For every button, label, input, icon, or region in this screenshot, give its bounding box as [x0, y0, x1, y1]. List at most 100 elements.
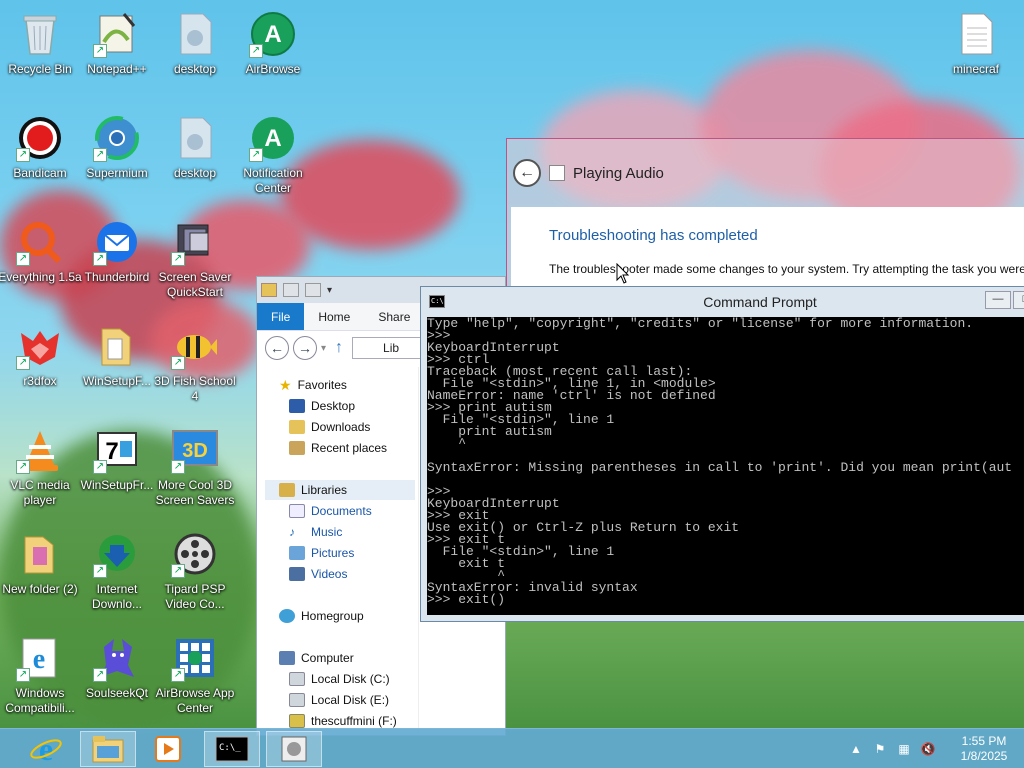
desktop-icon-everything[interactable]: ↗ Everything 1.5a — [0, 212, 82, 310]
network-icon[interactable]: ▦ — [896, 741, 912, 757]
desktop-icon-airbrowse-app-center[interactable]: ↗ AirBrowse App Center — [155, 628, 235, 726]
action-center-flag-icon[interactable]: ⚑ — [872, 741, 888, 757]
star-icon: ★ — [279, 376, 292, 393]
nav-item-music[interactable]: ♪ Music — [289, 522, 342, 542]
winsetup-icon: 7 ↗ — [93, 426, 141, 474]
taskbar-troubleshooter[interactable] — [266, 731, 322, 767]
documents-icon — [289, 504, 305, 518]
folder-icon — [93, 322, 141, 370]
taskbar-internet-explorer[interactable]: e — [18, 731, 74, 767]
shortcut-arrow-icon: ↗ — [16, 460, 30, 474]
minimize-button[interactable]: — — [985, 291, 1011, 309]
troubleshooter-title: Playing Audio — [573, 164, 664, 182]
properties-icon[interactable] — [283, 283, 299, 297]
taskbar-media-player[interactable] — [140, 731, 196, 767]
tab-file[interactable]: File — [257, 303, 305, 330]
shortcut-arrow-icon: ↗ — [93, 44, 107, 58]
desktop-icon-desktop-ini-2[interactable]: desktop — [155, 108, 235, 206]
desktop-icon-desktop-ini-1[interactable]: desktop — [155, 4, 235, 102]
desktop-icon-soulseekqt[interactable]: ↗ SoulseekQt — [77, 628, 157, 726]
desktop-icon-notification-center[interactable]: A ↗ Notification Center — [233, 108, 313, 206]
taskbar-command-prompt[interactable]: C:\_ — [204, 731, 260, 767]
forward-button[interactable]: → — [293, 336, 317, 360]
chevron-down-icon[interactable]: ▾ — [327, 285, 332, 296]
nav-item-downloads[interactable]: Downloads — [289, 417, 370, 437]
desktop-icon-3d-fish-school[interactable]: ↗ 3D Fish School 4 — [154, 316, 236, 414]
desktop-icon-new-folder-2[interactable]: New folder (2) — [0, 524, 80, 622]
nav-item-pictures[interactable]: Pictures — [289, 543, 354, 563]
troubleshooter-window[interactable]: ← Playing Audio Troubleshooting has comp… — [506, 138, 1024, 298]
troubleshooter-icon — [549, 165, 565, 181]
desktop-icon-recycle-bin[interactable]: Recycle Bin — [0, 4, 80, 102]
desktop-icon-screen-saver-quickstart[interactable]: ↗ Screen Saver QuickStart — [155, 212, 235, 310]
desktop-icon-bandicam[interactable]: ↗ Bandicam — [0, 108, 80, 206]
fish-icon: ↗ — [171, 322, 219, 370]
downloads-folder-icon — [289, 420, 305, 434]
shortcut-arrow-icon: ↗ — [93, 668, 107, 682]
3d-icon: 3D ↗ — [171, 426, 219, 474]
nav-item-homegroup[interactable]: Homegroup — [279, 606, 364, 626]
troubleshooter-heading: Troubleshooting has completed — [549, 227, 758, 244]
desktop-icon-r3dfox[interactable]: ↗ r3dfox — [0, 316, 80, 414]
cmd-output-line: KeyboardInterrupt — [427, 496, 560, 511]
airbrowse-icon: A ↗ — [249, 114, 297, 162]
desktop-icon-airbrowse[interactable]: A ↗ AirBrowse — [233, 4, 313, 102]
folder-icon — [16, 530, 64, 578]
svg-text:7: 7 — [105, 438, 118, 465]
new-folder-icon[interactable] — [305, 283, 321, 297]
back-button[interactable]: ← — [265, 336, 289, 360]
nav-item-documents[interactable]: Documents — [289, 501, 372, 521]
tab-share[interactable]: Share — [364, 303, 424, 330]
cmd-output-line: File "<stdin>", line 1 — [427, 544, 615, 559]
nav-item-desktop[interactable]: Desktop — [289, 396, 355, 416]
desktop-icon-winsetupf-folder[interactable]: WinSetupF... — [77, 316, 157, 414]
shortcut-arrow-icon: ↗ — [171, 668, 185, 682]
music-note-icon: ♪ — [289, 525, 295, 539]
desktop-icon-tipard-psp[interactable]: ↗ Tipard PSP Video Co... — [155, 524, 235, 622]
command-prompt-window[interactable]: C:\ Command Prompt — □ Type "help", "cop… — [420, 286, 1024, 622]
clock[interactable]: 1:55 PM 1/8/2025 — [944, 734, 1024, 764]
nav-item-favorites[interactable]: ★ Favorites — [279, 375, 347, 395]
cmd-titlebar[interactable]: C:\ Command Prompt — □ — [421, 287, 1024, 317]
maximize-button[interactable]: □ — [1013, 291, 1024, 309]
idm-icon: ↗ — [93, 530, 141, 578]
desktop-icon-vlc[interactable]: ↗ VLC media player — [0, 420, 80, 518]
airbrowse-icon: A ↗ — [249, 10, 297, 58]
nav-item-local-disk-c[interactable]: Local Disk (C:) — [289, 669, 390, 689]
cmd-output-line — [427, 606, 1024, 615]
thunderbird-icon: ↗ — [93, 218, 141, 266]
recent-places-icon — [289, 441, 305, 455]
desktop-icon-internet-download-manager[interactable]: ↗ Internet Downlo... — [77, 524, 157, 622]
nav-item-videos[interactable]: Videos — [289, 564, 347, 584]
desktop-icon-supermium[interactable]: ↗ Supermium — [77, 108, 157, 206]
desktop-icon-more-cool-3d[interactable]: 3D ↗ More Cool 3D Screen Savers — [155, 420, 235, 518]
nav-item-recent-places[interactable]: Recent places — [289, 438, 387, 458]
screensaver-icon: ↗ — [171, 218, 219, 266]
desktop-icon-winsetupfr[interactable]: 7 ↗ WinSetupFr... — [77, 420, 157, 518]
desktop-icon-notepad-plus-plus[interactable]: ↗ Notepad++ — [77, 4, 157, 102]
recent-locations-chevron-icon[interactable]: ▾ — [321, 343, 326, 354]
clock-date: 1/8/2025 — [960, 749, 1008, 763]
desktop-icon-thunderbird[interactable]: ↗ Thunderbird — [77, 212, 157, 310]
nav-item-local-disk-e[interactable]: Local Disk (E:) — [289, 690, 389, 710]
up-arrow-icon[interactable]: ↑ — [330, 339, 348, 357]
svg-text:C:\_: C:\_ — [219, 743, 241, 753]
taskbar: e C:\_ ▲ ⚑ ▦ 🔇 1:55 PM 1/8/2025 — [0, 728, 1024, 768]
nav-item-computer[interactable]: Computer — [279, 648, 354, 668]
desktop-icon-windows-compatibility[interactable]: e ↗ Windows Compatibili... — [0, 628, 80, 726]
taskbar-file-explorer[interactable] — [80, 731, 136, 767]
chevron-up-icon[interactable]: ▲ — [848, 741, 864, 757]
svg-text:e: e — [33, 644, 45, 675]
cmd-icon: C:\_ — [215, 736, 249, 762]
tab-home[interactable]: Home — [304, 303, 364, 330]
supermium-icon: ↗ — [93, 114, 141, 162]
folder-icon — [261, 283, 277, 297]
cmd-console[interactable]: Type "help", "copyright", "credits" or "… — [427, 317, 1024, 615]
libraries-icon — [279, 483, 295, 497]
ie-icon: e — [30, 732, 62, 766]
videos-icon — [289, 567, 305, 581]
nav-item-libraries[interactable]: Libraries — [265, 480, 415, 500]
desktop-icon-minecraf[interactable]: minecraf — [936, 4, 1016, 102]
speaker-muted-icon[interactable]: 🔇 — [920, 741, 936, 757]
back-button[interactable]: ← — [513, 159, 541, 187]
